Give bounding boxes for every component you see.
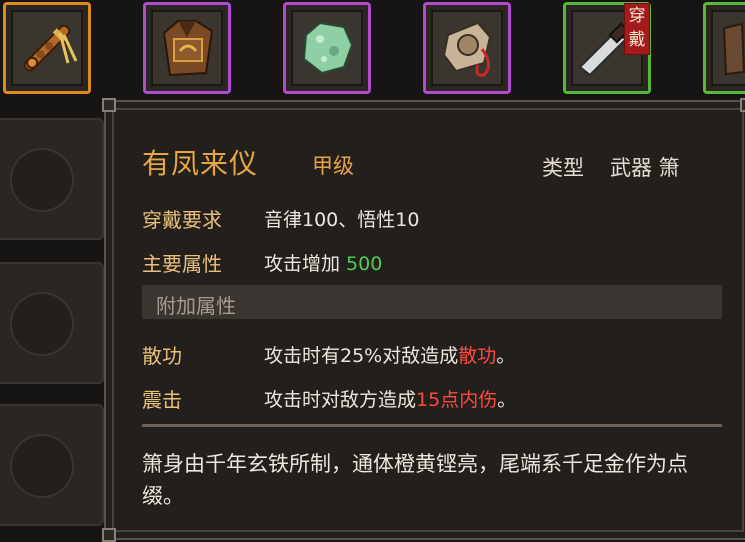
panel-corner [102, 528, 116, 542]
jade-stone-icon [302, 21, 354, 75]
inventory-slot-jade[interactable] [283, 2, 371, 94]
item-grade: 甲级 [312, 154, 354, 178]
inventory-slot-flute[interactable] [3, 2, 91, 94]
extra-attr-text: 攻击时有25%对敌造成散功。 [264, 345, 516, 367]
slot-placeholder-icon [10, 148, 74, 212]
requirement-value: 音律100、悟性10 [264, 209, 420, 231]
extra-attr-label: 震击 [142, 388, 182, 412]
armor-vest-icon [162, 20, 214, 77]
requirement-label: 穿戴要求 [142, 208, 222, 232]
inventory-slot-armor[interactable] [143, 2, 231, 94]
item-name: 有凤来仪 [142, 147, 259, 180]
extra-attr-label: 散功 [142, 344, 182, 368]
xiao-flute-icon [23, 24, 78, 72]
empty-slot[interactable] [0, 404, 104, 526]
attack-bonus-number: 500 [346, 253, 383, 275]
pouch-icon [442, 21, 492, 77]
panel-corner [102, 98, 116, 112]
main-attr-label: 主要属性 [142, 252, 222, 276]
extra-attrs-header: 附加属性 [142, 285, 722, 319]
inventory-slot-partial[interactable] [703, 2, 745, 94]
empty-slot[interactable] [0, 262, 104, 384]
slot-placeholder-icon [10, 292, 74, 356]
inventory-slot-pouch[interactable] [423, 2, 511, 94]
item-type-value: 武器 箫 [610, 156, 680, 180]
partial-item-icon [722, 22, 745, 76]
equipped-badge: 穿戴 [624, 3, 650, 55]
item-type-label: 类型 [542, 156, 584, 180]
main-attr-value: 攻击增加 500 [264, 253, 383, 275]
extra-attrs-title: 附加属性 [156, 294, 236, 318]
extra-attr-text: 攻击时对敌方造成15点内伤。 [264, 389, 517, 411]
divider [142, 424, 722, 427]
item-tooltip: 有凤来仪 甲级 类型 武器 箫 穿戴要求 音律100、悟性10 主要属性 攻击增… [102, 98, 745, 542]
empty-slot[interactable] [0, 118, 104, 240]
slot-placeholder-icon [10, 434, 74, 498]
panel-corner [740, 98, 745, 112]
item-description: 箫身由千年玄铁所制，通体橙黄铿亮，尾端系千足金作为点缀。 [142, 452, 688, 508]
inventory-slot-machete[interactable]: 穿戴 [563, 2, 651, 94]
